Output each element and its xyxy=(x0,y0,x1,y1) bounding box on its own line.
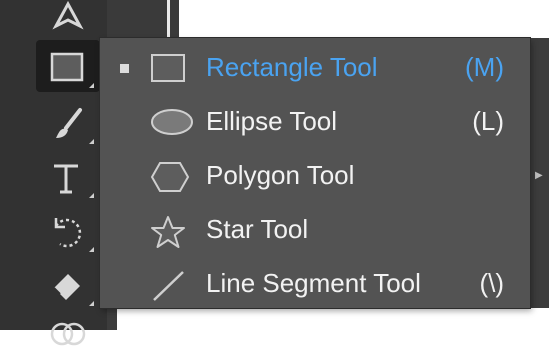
more-tools-indicator xyxy=(89,139,94,144)
selected-indicator xyxy=(120,64,129,73)
menu-item-shortcut: (L) xyxy=(472,106,504,136)
shape-builder-icon xyxy=(50,322,86,346)
chevron-right-icon[interactable]: ▶ xyxy=(535,170,543,181)
type-icon xyxy=(54,164,78,194)
tools-panel xyxy=(0,0,117,346)
pen-icon xyxy=(52,0,84,30)
more-tools-indicator xyxy=(89,83,94,88)
rectangle-icon xyxy=(50,52,84,82)
rotate-icon xyxy=(54,218,82,248)
divider xyxy=(167,0,170,38)
paintbrush-icon xyxy=(56,108,82,138)
menu-item-label: Line Segment Tool xyxy=(206,268,421,298)
type-tool[interactable] xyxy=(36,150,100,202)
more-tools-indicator xyxy=(89,301,94,306)
menu-item-shortcut: (M) xyxy=(465,52,504,82)
menu-item-label: Rectangle Tool xyxy=(206,52,378,82)
eraser-icon xyxy=(53,274,80,300)
rectangle-icon xyxy=(151,54,185,82)
more-tools-indicator xyxy=(89,193,94,198)
ellipse-icon xyxy=(151,109,193,135)
more-tools-indicator xyxy=(89,247,94,252)
menu-item-shortcut: (\) xyxy=(479,268,504,298)
panel-edge: ▶ xyxy=(530,38,549,308)
menu-item-label: Star Tool xyxy=(206,214,309,244)
polygon-icon xyxy=(150,162,190,192)
document-tab-strip xyxy=(107,0,179,38)
paintbrush-tool[interactable] xyxy=(36,96,100,148)
menu-item-rectangle-tool[interactable]: Rectangle Tool (M) xyxy=(100,41,530,95)
rectangle-tool[interactable] xyxy=(36,40,100,92)
menu-item-polygon-tool[interactable]: Polygon Tool xyxy=(100,149,530,203)
menu-item-label: Ellipse Tool xyxy=(206,106,338,136)
menu-item-star-tool[interactable]: Star Tool xyxy=(100,203,530,257)
menu-item-line-segment-tool[interactable]: Line Segment Tool (\) xyxy=(100,257,530,311)
shape-builder-tool[interactable] xyxy=(36,312,100,364)
menu-item-ellipse-tool[interactable]: Ellipse Tool (L) xyxy=(100,95,530,149)
eraser-tool[interactable] xyxy=(36,258,100,310)
star-icon xyxy=(151,216,185,248)
line-segment-icon xyxy=(153,271,184,301)
menu-item-label: Polygon Tool xyxy=(206,160,355,190)
rotate-tool[interactable] xyxy=(36,204,100,256)
pen-tool[interactable] xyxy=(36,0,100,38)
tool-flyout-menu: Rectangle Tool (M) Ellipse Tool (L) Poly… xyxy=(100,38,530,308)
